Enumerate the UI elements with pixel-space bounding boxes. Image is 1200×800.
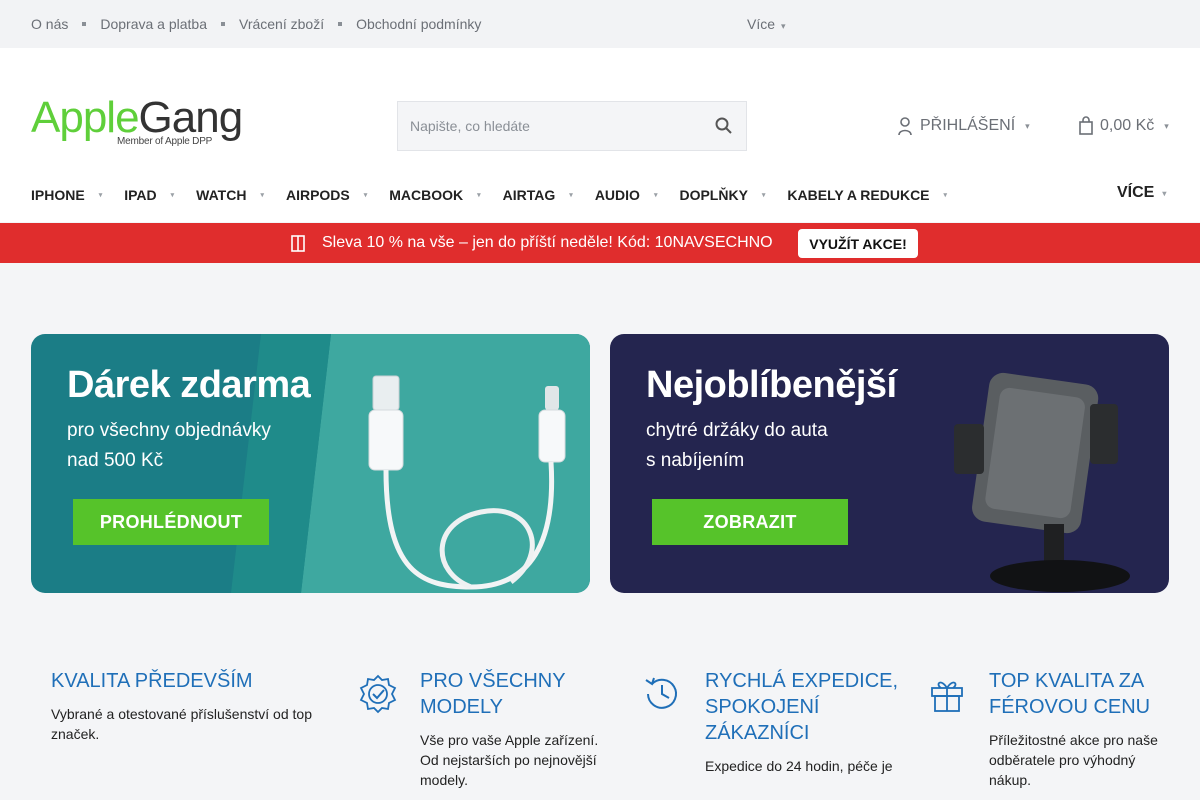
chevron-down-icon: ▾ xyxy=(781,21,786,31)
banner-subtitle: pro všechny objednávky xyxy=(67,420,271,441)
nav-item-airpods[interactable]: AIRPODS ▾ xyxy=(286,187,367,203)
separator xyxy=(338,22,343,26)
top-more-dropdown[interactable]: Více ▾ xyxy=(747,16,786,32)
login-label: PŘIHLÁŠENÍ xyxy=(920,117,1016,134)
search-icon[interactable] xyxy=(714,116,734,136)
gift-box-icon xyxy=(931,681,963,712)
cart-total: 0,00 Kč xyxy=(1100,117,1155,134)
feature-description: Vybrané a otestované příslušenství od to… xyxy=(51,706,312,742)
banner-subtitle: chytré držáky do auta xyxy=(646,420,828,441)
nav-item-accessories[interactable]: DOPLŇKY ▾ xyxy=(679,187,765,203)
cart-icon xyxy=(1079,116,1093,135)
search-input[interactable] xyxy=(410,116,690,136)
chevron-down-icon: ▾ xyxy=(761,192,766,199)
promo-bar: Sleva 10 % na vše – jen do příští neděle… xyxy=(0,223,1200,263)
nav-item-label: WATCH xyxy=(196,187,247,203)
banner-car-holders[interactable]: Nejoblíbenější chytré držáky do auta s n… xyxy=(610,334,1169,593)
nav-item-label: DOPLŇKY xyxy=(679,187,748,203)
nav-item-label: IPHONE xyxy=(31,187,85,203)
nav-item-audio[interactable]: AUDIO ▾ xyxy=(595,187,658,203)
nav-item-ipad[interactable]: IPAD ▾ xyxy=(124,187,174,203)
chevron-down-icon: ▾ xyxy=(1162,188,1167,198)
feature-title: PRO VŠECHNY MODELY xyxy=(420,670,566,718)
link-terms[interactable]: Obchodní podmínky xyxy=(356,16,481,32)
history-clock-icon xyxy=(645,677,677,709)
cart-button[interactable]: 0,00 Kč ▾ xyxy=(1078,116,1169,136)
nav-item-watch[interactable]: WATCH ▾ xyxy=(196,187,264,203)
nav-item-label: IPAD xyxy=(124,187,157,203)
chevron-down-icon: ▾ xyxy=(1164,120,1169,131)
separator xyxy=(82,22,87,26)
chevron-down-icon: ▾ xyxy=(260,192,264,199)
chevron-down-icon: ▾ xyxy=(170,192,175,199)
main-navigation: IPHONE ▾ IPAD ▾ WATCH ▾ AIRPODS ▾ MACBOOK ▾ A… xyxy=(31,185,969,205)
link-about[interactable]: O nás xyxy=(31,16,68,32)
banner-subtitle: nad 500 Kč xyxy=(67,450,164,471)
nav-more-label: VÍCE xyxy=(1117,184,1155,201)
feature-description: Příležitostné akce pro naše odběratele p… xyxy=(989,732,1158,788)
nav-item-cables[interactable]: KABELY A REDUKCE ▾ xyxy=(787,187,947,203)
nav-item-label: AUDIO xyxy=(594,187,640,203)
chevron-down-icon: ▾ xyxy=(943,192,948,199)
feature-title: TOP KVALITA ZA FÉROVOU CENU xyxy=(989,670,1151,718)
logo-wordmark: AppleGang xyxy=(31,93,244,142)
top-info-bar: O nás Doprava a platba Vrácení zboží Obc… xyxy=(0,0,1200,48)
banner-cta-button[interactable]: PROHLÉDNOUT xyxy=(73,499,269,545)
feature-description: Vše pro vaše Apple zařízení. Od nejstarš… xyxy=(420,732,599,788)
feature-title: KVALITA PŘEDEVŠÍM xyxy=(51,670,253,692)
feature-quality: KVALITA PŘEDEVŠÍM Vybrané a otestované p… xyxy=(51,668,321,744)
nav-item-label: AIRTAG xyxy=(502,187,556,203)
link-returns[interactable]: Vrácení zboží xyxy=(239,16,324,32)
logo-part-apple: Apple xyxy=(31,93,140,142)
car-holder-image xyxy=(954,372,1130,592)
chevron-down-icon: ▾ xyxy=(477,192,481,199)
login-button[interactable]: PŘIHLÁŠENÍ ▾ xyxy=(898,116,1030,136)
link-shipping[interactable]: Doprava a platba xyxy=(100,16,207,32)
banner-title: Dárek zdarma xyxy=(67,364,311,406)
nav-item-macbook[interactable]: MACBOOK ▾ xyxy=(389,187,480,203)
nav-item-label: AIRPODS xyxy=(285,187,350,203)
banner-subtitle: s nabíjením xyxy=(646,450,745,471)
nav-item-airtag[interactable]: AIRTAG ▾ xyxy=(503,187,573,203)
banner-title: Nejoblíbenější xyxy=(646,364,897,406)
chevron-down-icon: ▾ xyxy=(569,192,573,199)
feature-description: Expedice do 24 hodin, péče je xyxy=(705,758,893,774)
nav-item-label: MACBOOK xyxy=(389,187,464,203)
logo[interactable]: AppleGang Member of Apple DPP xyxy=(31,96,261,152)
promo-text: Sleva 10 % na vše – jen do příští neděle… xyxy=(322,234,773,251)
header: AppleGang Member of Apple DPP PŘIHLÁŠENÍ… xyxy=(0,48,1200,222)
lightning-cable-image xyxy=(368,375,566,590)
nav-more-dropdown[interactable]: VÍCE ▾ xyxy=(1117,184,1166,202)
nav-item-iphone[interactable]: IPHONE ▾ xyxy=(31,187,102,203)
chevron-down-icon: ▾ xyxy=(653,192,658,199)
top-links: O nás Doprava a platba Vrácení zboží Obc… xyxy=(31,16,481,32)
separator xyxy=(221,22,225,26)
logo-tagline: Member of Apple DPP xyxy=(117,136,213,147)
banner-free-gift[interactable]: Dárek zdarma pro všechny objednávky nad … xyxy=(31,334,590,593)
feature-title: RYCHLÁ EXPEDICE, SPOKOJENÍ ZÁKAZNÍCI xyxy=(705,670,899,744)
badge-check-icon xyxy=(359,674,397,714)
chevron-down-icon: ▾ xyxy=(363,192,368,199)
chevron-down-icon: ▾ xyxy=(98,192,103,199)
banner-cta-button[interactable]: ZOBRAZIT xyxy=(652,499,848,545)
top-more-label: Více xyxy=(747,16,776,32)
nav-item-label: KABELY A REDUKCE xyxy=(787,187,930,203)
user-icon xyxy=(898,117,912,136)
search-box xyxy=(397,101,747,151)
promo-cta-button[interactable]: VYUŽÍT AKCE! xyxy=(798,229,918,258)
gift-icon xyxy=(291,235,305,252)
logo-part-gang: Gang xyxy=(138,93,244,142)
chevron-down-icon: ▾ xyxy=(1025,120,1030,131)
